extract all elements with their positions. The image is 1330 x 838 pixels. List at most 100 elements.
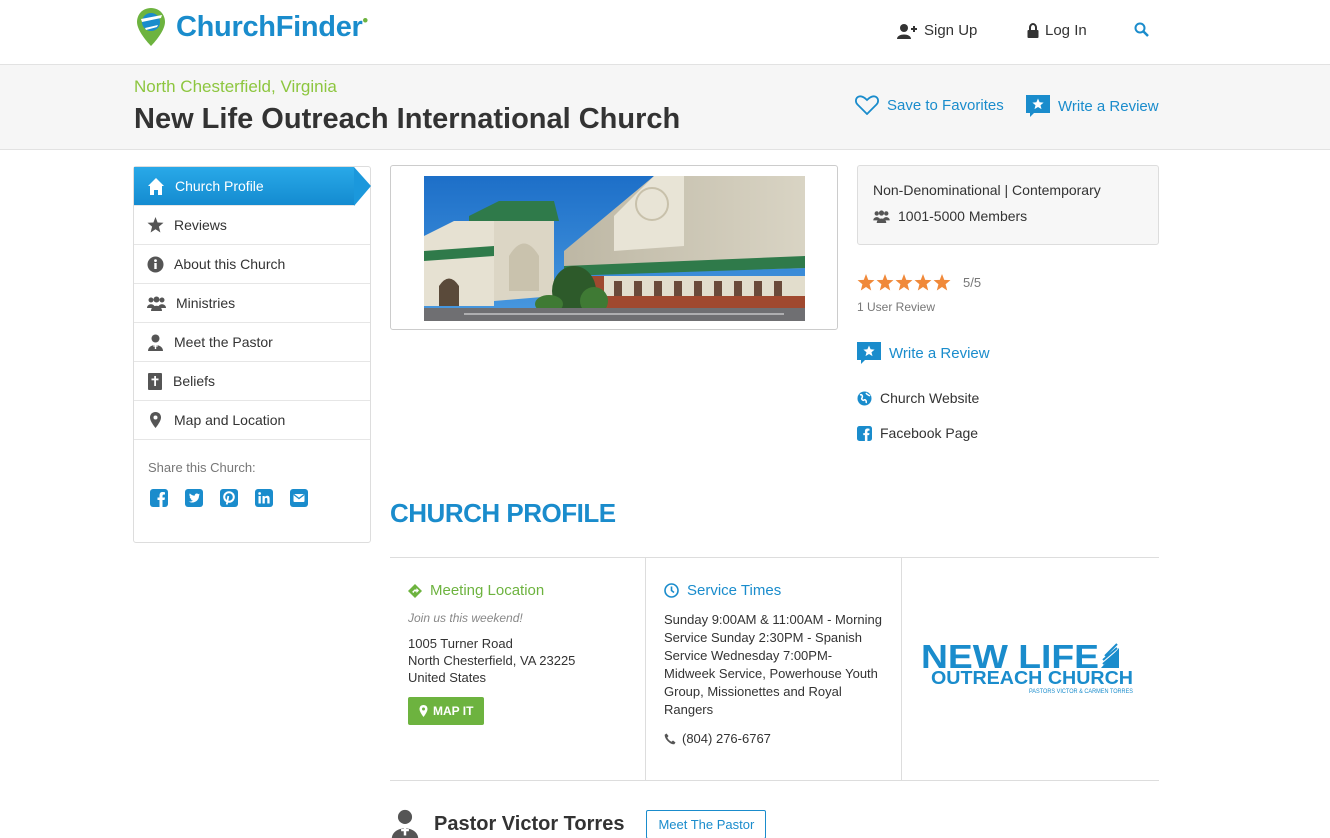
- rating-stars: [857, 274, 951, 291]
- save-favorites-button[interactable]: Save to Favorites: [855, 95, 1004, 115]
- title-band: North Chesterfield, Virginia New Life Ou…: [0, 65, 1330, 150]
- sidebar-item-label: Meet the Pastor: [174, 334, 273, 350]
- join-text: Join us this weekend!: [408, 611, 523, 625]
- sidebar-nav: Church Profile Reviews About this Church…: [133, 166, 371, 543]
- heart-icon: [855, 95, 879, 115]
- logo-pin-icon: [137, 8, 165, 46]
- church-summary-box: Non-Denominational | Contemporary 1001-5…: [857, 165, 1159, 245]
- rating-star-icon: [857, 274, 875, 291]
- church-building-photo[interactable]: [424, 176, 805, 321]
- review-star-icon: [857, 342, 881, 364]
- sidebar-item-ministries[interactable]: Ministries: [134, 284, 370, 323]
- church-photo-frame: [390, 165, 838, 330]
- share-icons: [150, 489, 308, 507]
- sidebar-item-label: Church Profile: [175, 178, 264, 194]
- bible-icon: [148, 372, 162, 390]
- write-review-header-button[interactable]: Write a Review: [1026, 95, 1159, 117]
- church-website-link[interactable]: Church Website: [857, 390, 979, 406]
- pastor-icon: [148, 334, 163, 351]
- facebook-page-link[interactable]: Facebook Page: [857, 425, 978, 441]
- facebook-label: Facebook Page: [880, 425, 979, 441]
- save-favorites-label: Save to Favorites: [887, 96, 1004, 114]
- sidebar-item-label: Reviews: [174, 217, 227, 233]
- sidebar-item-church-profile[interactable]: Church Profile: [134, 167, 371, 206]
- info-icon: [147, 256, 164, 272]
- map-marker-icon: [150, 411, 161, 428]
- members-row: 1001-5000 Members: [873, 208, 1143, 224]
- service-times-title: Service Times: [664, 582, 883, 599]
- clock-icon: [664, 583, 679, 598]
- login-link[interactable]: Log In: [1027, 22, 1087, 39]
- logo-line-3: PASTORS VICTOR & CARMEN TORRES: [1029, 689, 1133, 695]
- group-icon: [147, 296, 166, 311]
- meeting-location-title: Meeting Location: [408, 582, 627, 599]
- star-icon: [147, 217, 164, 233]
- phone-row[interactable]: (804) 276-6767: [664, 731, 883, 746]
- pinterest-icon[interactable]: [220, 489, 238, 507]
- pastor-name: Pastor Victor Torres: [434, 812, 625, 835]
- twitter-icon[interactable]: [185, 489, 203, 507]
- sidebar-item-label: Map and Location: [174, 412, 286, 428]
- sidebar-item-meet-pastor[interactable]: Meet the Pastor: [134, 323, 370, 362]
- members-text: 1001-5000 Members: [898, 208, 1028, 224]
- sidebar-item-about[interactable]: About this Church: [134, 245, 370, 284]
- linkedin-icon[interactable]: [255, 489, 273, 507]
- rating-star-icon: [876, 274, 894, 291]
- church-icon: [148, 177, 164, 195]
- map-it-button[interactable]: MAP IT: [408, 697, 485, 725]
- globe-icon: [857, 391, 872, 405]
- sidebar-item-label: Ministries: [176, 295, 236, 311]
- review-count[interactable]: 1 User Review: [857, 300, 935, 314]
- church-location: North Chesterfield, Virginia: [134, 77, 337, 96]
- search-button[interactable]: [1134, 22, 1155, 37]
- sidebar-item-label: About this Church: [174, 256, 286, 272]
- lock-icon: [1027, 23, 1039, 38]
- search-icon: [1134, 22, 1149, 37]
- rating-star-icon: [933, 274, 951, 291]
- sidebar-item-label: Beliefs: [173, 373, 216, 389]
- add-user-icon: [897, 23, 917, 39]
- phone-number: (804) 276-6767: [682, 731, 771, 746]
- write-review-button[interactable]: Write a Review: [857, 342, 990, 364]
- address-line: 1005 Turner Road: [408, 636, 513, 651]
- address-line: United States: [408, 670, 487, 685]
- sidebar-item-beliefs[interactable]: Beliefs: [134, 362, 370, 401]
- profile-details: Meeting Location Join us this weekend! 1…: [390, 557, 1159, 781]
- phone-icon: [664, 733, 676, 744]
- star-rating: 5/5: [857, 274, 981, 291]
- church-logo-column: NEW LIFE OUTREACH CHURCH PASTORS VICTOR …: [902, 558, 1159, 780]
- meet-the-pastor-button[interactable]: Meet The Pastor: [646, 809, 767, 838]
- signup-link[interactable]: Sign Up: [896, 22, 977, 39]
- email-icon[interactable]: [290, 489, 308, 507]
- sidebar-item-map-location[interactable]: Map and Location: [134, 401, 370, 440]
- top-header: ChurchFinder• Sign Up Log In: [0, 0, 1330, 65]
- pastor-row: Pastor Victor Torres Meet The Pastor: [390, 808, 767, 838]
- address: 1005 Turner Road North Chesterfield, VA …: [408, 635, 627, 686]
- rating-star-icon: [895, 274, 913, 291]
- churchfinder-logo[interactable]: ChurchFinder•: [136, 5, 368, 49]
- write-review-label: Write a Review: [1058, 97, 1159, 115]
- pastor-icon: [392, 809, 418, 838]
- map-marker-icon: [419, 705, 428, 717]
- logo-text: ChurchFinder•: [176, 10, 368, 43]
- address-line: North Chesterfield, VA 23225: [408, 653, 576, 668]
- signup-label: Sign Up: [924, 22, 978, 39]
- denomination-text: Non-Denominational | Contemporary: [873, 182, 1101, 198]
- rating-star-icon: [914, 274, 932, 291]
- group-icon: [873, 209, 890, 223]
- rating-score: 5/5: [963, 275, 982, 290]
- website-label: Church Website: [880, 390, 980, 406]
- section-heading: CHURCH PROFILE: [390, 498, 616, 528]
- facebook-icon[interactable]: [150, 489, 168, 507]
- sunburst-icon: [1100, 643, 1119, 668]
- review-star-icon: [1026, 95, 1050, 117]
- new-life-outreach-logo: NEW LIFE OUTREACH CHURCH PASTORS VICTOR …: [921, 638, 1133, 695]
- service-times-column: Service Times Sunday 9:00AM & 11:00AM - …: [646, 558, 902, 780]
- sidebar-item-reviews[interactable]: Reviews: [134, 206, 370, 245]
- facebook-icon: [857, 425, 872, 441]
- service-times-text: Sunday 9:00AM & 11:00AM - Morning Servic…: [664, 612, 882, 717]
- meeting-location-column: Meeting Location Join us this weekend! 1…: [390, 558, 646, 780]
- diamond-location-icon: [408, 583, 422, 598]
- share-label: Share this Church:: [148, 460, 256, 475]
- logo-line-2: OUTREACH CHURCH: [931, 668, 1133, 688]
